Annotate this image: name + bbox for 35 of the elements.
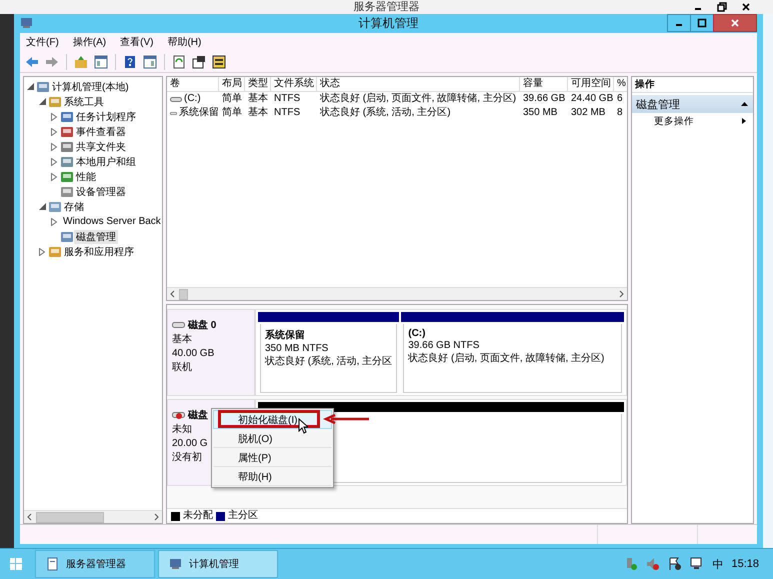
table-cell: 302 MB — [571, 106, 606, 120]
table-cell: 24.40 GB — [571, 92, 614, 106]
disk-info: 没有初 — [172, 451, 202, 464]
actions-header: 操作 — [632, 77, 753, 93]
disk-info: 基本 — [172, 333, 192, 346]
disk-name: 磁盘 0 — [188, 318, 216, 332]
table-cell: 39.66 GB — [523, 92, 566, 106]
partition-name: 系统保留 — [265, 328, 306, 342]
partition-status: 状态良好 (系统, 活动, 主分区 — [265, 355, 392, 368]
table-cell: 基本 — [248, 92, 268, 106]
outer-window-title: 服务器管理器 — [354, 0, 420, 14]
partition-size: 350 MB NTFS — [265, 342, 328, 355]
disk-info: 联机 — [172, 361, 192, 374]
table-cell: 状态良好 (启动, 页面文件, 故障转储, 主分区) — [320, 92, 516, 106]
table-cell: 系统保留 — [179, 106, 219, 120]
partition-size: 39.66 GB NTFS — [408, 339, 480, 352]
table-cell: NTFS — [274, 106, 300, 120]
table-cell: 8 — [617, 106, 623, 120]
partition-status: 状态良好 (启动, 页面文件, 故障转储, 主分区) — [408, 352, 604, 365]
disk-info: 40.00 GB — [172, 347, 214, 360]
partition-name: (C:) — [408, 328, 426, 339]
table-cell: NTFS — [274, 92, 300, 106]
legend-label: 主分区 — [228, 509, 258, 522]
table-cell: 状态良好 (系统, 活动, 主分区) — [320, 106, 451, 120]
table-cell: 简单 — [222, 106, 242, 120]
window-title: 计算机管理 — [358, 14, 418, 32]
table-cell: 6 — [617, 92, 623, 106]
legend-label: 未分配 — [183, 509, 213, 522]
disk-name: 磁盘 — [188, 408, 208, 422]
disk-info: 未知 — [172, 423, 192, 436]
disk-info: 20.00 G — [172, 437, 208, 450]
table-cell: 简单 — [222, 92, 242, 106]
table-cell: 基本 — [248, 106, 268, 120]
table-cell: (C:) — [184, 92, 201, 106]
table-cell: 350 MB — [523, 106, 558, 120]
